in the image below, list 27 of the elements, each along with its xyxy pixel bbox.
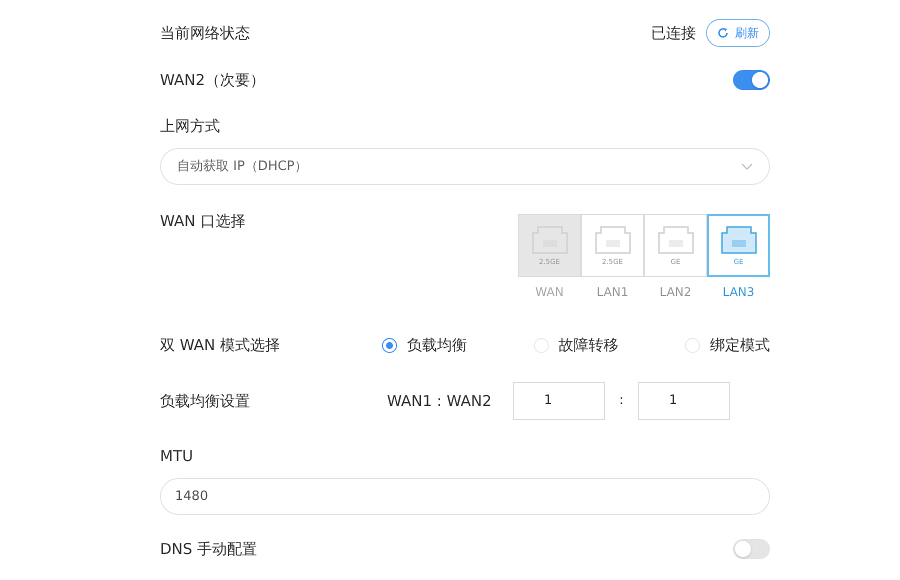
ratio-separator: : (618, 392, 625, 410)
dropdown-field[interactable]: 自动获取 IP（DHCP） (160, 148, 770, 185)
row-label: 上网方式 (160, 116, 220, 137)
chevron-down-icon (741, 162, 753, 170)
status-text: 已连接 (651, 22, 696, 44)
toggle-switch[interactable] (733, 539, 770, 559)
row-label: DNS 手动配置 (160, 538, 258, 560)
ratio-field[interactable]: 1 (513, 382, 605, 420)
port-name: LAN1 (596, 284, 628, 301)
row-label: 负载均衡设置 (160, 390, 251, 412)
toggle-switch[interactable] (733, 70, 770, 90)
ratio-label: WAN1 : WAN2 (387, 390, 493, 412)
radio-icon (382, 338, 397, 352)
port-name: LAN2 (660, 284, 692, 301)
radio-option[interactable]: 故障转移 (534, 334, 618, 356)
port-name: LAN3 (722, 284, 754, 301)
mtu-field[interactable]: 1480 (160, 478, 770, 515)
row-label: WAN2（次要） (160, 70, 266, 91)
ratio-field[interactable]: 1 (638, 382, 730, 420)
row-label: 当前网络状态 (160, 22, 250, 44)
row-label: MTU (160, 446, 194, 467)
row-label: 双 WAN 模式选择 (160, 334, 282, 356)
row-label: WAN 口选择 (160, 211, 246, 232)
radio-option[interactable]: 绑定模式 (685, 334, 770, 356)
radio-option[interactable]: 负载均衡 (382, 334, 467, 356)
port-name: WAN (535, 284, 564, 301)
refresh-icon (717, 27, 729, 39)
